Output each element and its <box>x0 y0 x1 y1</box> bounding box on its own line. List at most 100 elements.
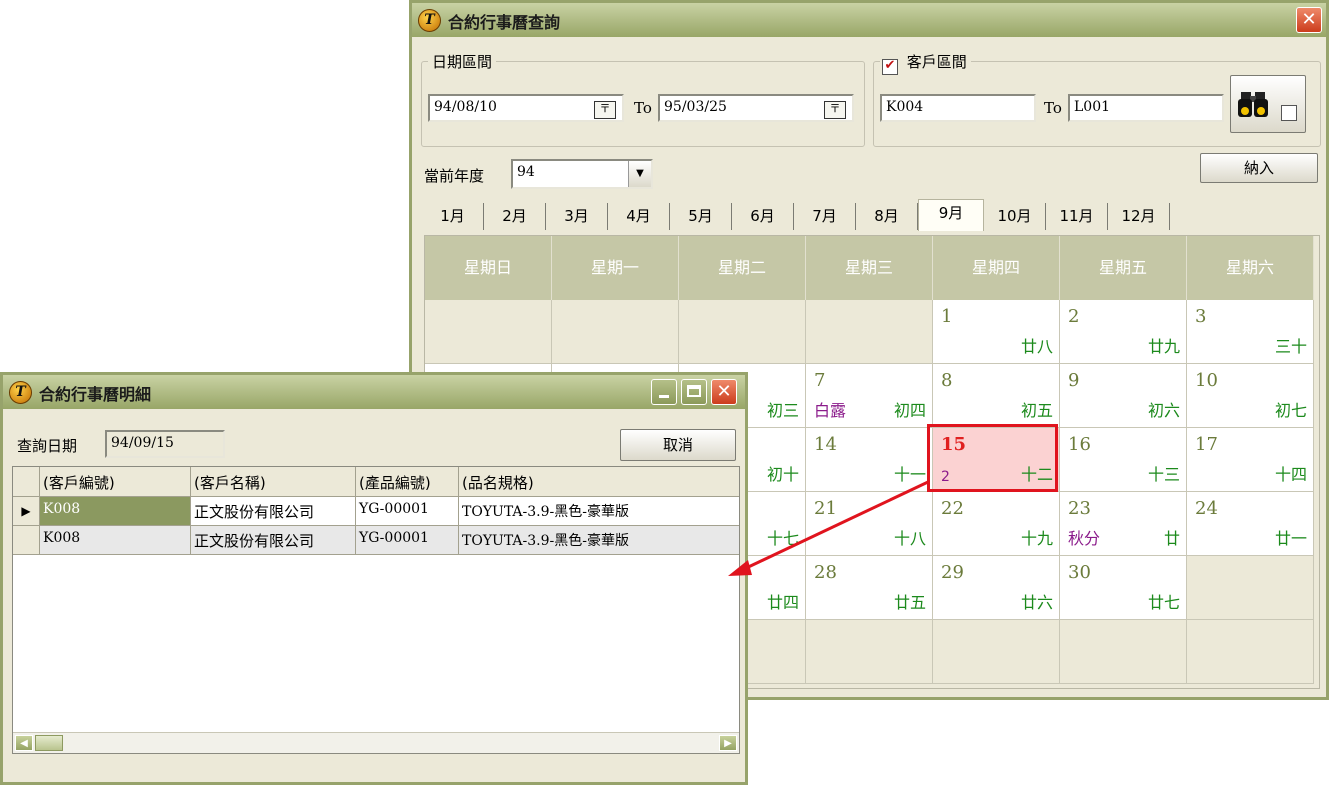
search-button[interactable] <box>1230 75 1306 133</box>
weekday-header: 星期六 <box>1187 236 1314 300</box>
day-number: 21 <box>814 498 837 519</box>
lunar-date: 十八 <box>893 529 926 548</box>
tab-month-6[interactable]: 6月 <box>732 203 794 230</box>
calendar-day-cell[interactable]: 23 廿 秋分 <box>1060 492 1187 556</box>
calendar-day-cell[interactable]: 24 廿一 <box>1187 492 1314 556</box>
lunar-date: 廿一 <box>1274 529 1307 548</box>
calendar-day-cell[interactable]: 21 十八 <box>806 492 933 556</box>
calendar-day-cell[interactable]: 16 十三 <box>1060 428 1187 492</box>
lunar-date: 初四 <box>893 401 926 420</box>
lunar-date: 廿 <box>1163 529 1180 548</box>
calendar-picker-icon[interactable]: 〒 <box>594 101 616 119</box>
date-to-label: To <box>634 99 652 117</box>
detail-title-bar[interactable]: T 合約行事曆明細 ✕ <box>3 375 745 409</box>
calendar-day-cell[interactable]: 22 十九 <box>933 492 1060 556</box>
tab-month-8[interactable]: 8月 <box>856 203 918 230</box>
lunar-date: 初五 <box>1020 401 1053 420</box>
tab-month-3[interactable]: 3月 <box>546 203 608 230</box>
lunar-date: 初三 <box>766 401 799 420</box>
calendar-day-cell[interactable]: 9 初六 <box>1060 364 1187 428</box>
table-cell[interactable]: K008 <box>40 526 191 555</box>
import-button[interactable]: 納入 <box>1200 153 1318 183</box>
weekday-header: 星期二 <box>679 236 806 300</box>
column-header-customer-name[interactable]: (客戶名稱) <box>191 467 356 497</box>
main-title-bar[interactable]: T 合約行事曆查詢 ✕ <box>412 3 1326 37</box>
calendar-day-cell[interactable]: 17 十四 <box>1187 428 1314 492</box>
tab-month-1[interactable]: 1月 <box>422 203 484 230</box>
lunar-date: 三十 <box>1274 337 1307 356</box>
column-header-customer-id[interactable]: (客戶編號) <box>40 467 191 497</box>
day-number: 2 <box>1068 306 1080 327</box>
table-cell[interactable]: K008 <box>40 497 191 526</box>
calendar-day-cell[interactable]: 10 初七 <box>1187 364 1314 428</box>
date-to-input[interactable]: 95/03/25 〒 <box>658 94 854 122</box>
search-option-checkbox[interactable] <box>1281 105 1297 121</box>
table-cell[interactable]: YG-00001 <box>356 497 459 526</box>
table-cell[interactable]: YG-00001 <box>356 526 459 555</box>
detail-window-title: 合約行事曆明細 <box>39 385 152 404</box>
row-indicator[interactable]: ▶ <box>13 497 40 526</box>
weekday-header: 星期一 <box>552 236 679 300</box>
calendar-empty-cell <box>806 300 933 364</box>
day-number: 10 <box>1195 370 1218 391</box>
date-from-input[interactable]: 94/08/10 〒 <box>428 94 624 122</box>
customer-range-checkbox[interactable]: ✔ <box>882 59 898 75</box>
calendar-empty-cell <box>1187 556 1314 620</box>
calendar-picker-icon[interactable]: 〒 <box>824 101 846 119</box>
column-header-product-id[interactable]: (產品編號) <box>356 467 459 497</box>
tab-month-4[interactable]: 4月 <box>608 203 670 230</box>
table-cell[interactable]: 正文股份有限公司 <box>191 497 356 526</box>
calendar-day-cell[interactable]: 30 廿七 <box>1060 556 1187 620</box>
tab-month-2[interactable]: 2月 <box>484 203 546 230</box>
calendar-day-cell[interactable]: 28 廿五 <box>806 556 933 620</box>
tab-month-10[interactable]: 10月 <box>984 203 1046 230</box>
day-number: 28 <box>814 562 837 583</box>
table-cell[interactable]: TOYUTA-3.9-黑色-豪華版 <box>459 526 739 555</box>
binoculars-icon <box>1238 92 1268 117</box>
tab-month-11[interactable]: 11月 <box>1046 203 1108 230</box>
minimize-icon[interactable] <box>651 379 677 405</box>
row-indicator-header <box>13 467 40 497</box>
row-indicator[interactable] <box>13 526 40 555</box>
customer-range-legend: ✔ 客戶區間 <box>880 51 971 75</box>
customer-from-input[interactable]: K004 <box>880 94 1036 122</box>
calendar-day-cell[interactable]: 7 初四 白露 <box>806 364 933 428</box>
calendar-empty-cell <box>933 620 1060 684</box>
calendar-day-cell[interactable]: 1 廿八 <box>933 300 1060 364</box>
calendar-day-cell[interactable]: 29 廿六 <box>933 556 1060 620</box>
horizontal-scrollbar[interactable]: ◀ ▶ <box>13 732 739 753</box>
day-number: 30 <box>1068 562 1091 583</box>
lunar-date: 十三 <box>1147 465 1180 484</box>
app-logo-icon: T <box>418 9 441 32</box>
close-icon[interactable]: ✕ <box>711 379 737 405</box>
table-cell[interactable]: TOYUTA-3.9-黑色-豪華版 <box>459 497 739 526</box>
year-select[interactable]: 94 ▼ <box>511 159 653 189</box>
close-icon[interactable]: ✕ <box>1296 7 1322 33</box>
day-number: 23 <box>1068 498 1091 519</box>
lunar-date: 十一 <box>893 465 926 484</box>
calendar-day-cell[interactable]: 3 三十 <box>1187 300 1314 364</box>
customer-to-input[interactable]: L001 <box>1068 94 1224 122</box>
tab-month-9[interactable]: 9月 <box>918 199 984 231</box>
scroll-left-icon[interactable]: ◀ <box>15 735 33 751</box>
column-header-product-spec[interactable]: (品名規格) <box>459 467 739 497</box>
chevron-down-icon[interactable]: ▼ <box>628 161 651 187</box>
calendar-day-cell[interactable]: 8 初五 <box>933 364 1060 428</box>
table-cell[interactable]: 正文股份有限公司 <box>191 526 356 555</box>
scroll-thumb[interactable] <box>35 735 63 751</box>
calendar-day-cell[interactable]: 2 廿九 <box>1060 300 1187 364</box>
lunar-date: 廿八 <box>1020 337 1053 356</box>
solar-term: 白露 <box>814 401 847 420</box>
calendar-day-cell[interactable]: 14 十一 <box>806 428 933 492</box>
maximize-icon[interactable] <box>681 379 707 405</box>
lunar-date: 十四 <box>1274 465 1307 484</box>
weekday-header: 星期日 <box>425 236 552 300</box>
lunar-date: 十九 <box>1020 529 1053 548</box>
solar-term: 秋分 <box>1068 529 1101 548</box>
tab-month-5[interactable]: 5月 <box>670 203 732 230</box>
lunar-date: 廿九 <box>1147 337 1180 356</box>
tab-month-12[interactable]: 12月 <box>1108 203 1170 230</box>
scroll-right-icon[interactable]: ▶ <box>719 735 737 751</box>
tab-month-7[interactable]: 7月 <box>794 203 856 230</box>
cancel-button[interactable]: 取消 <box>620 429 736 461</box>
